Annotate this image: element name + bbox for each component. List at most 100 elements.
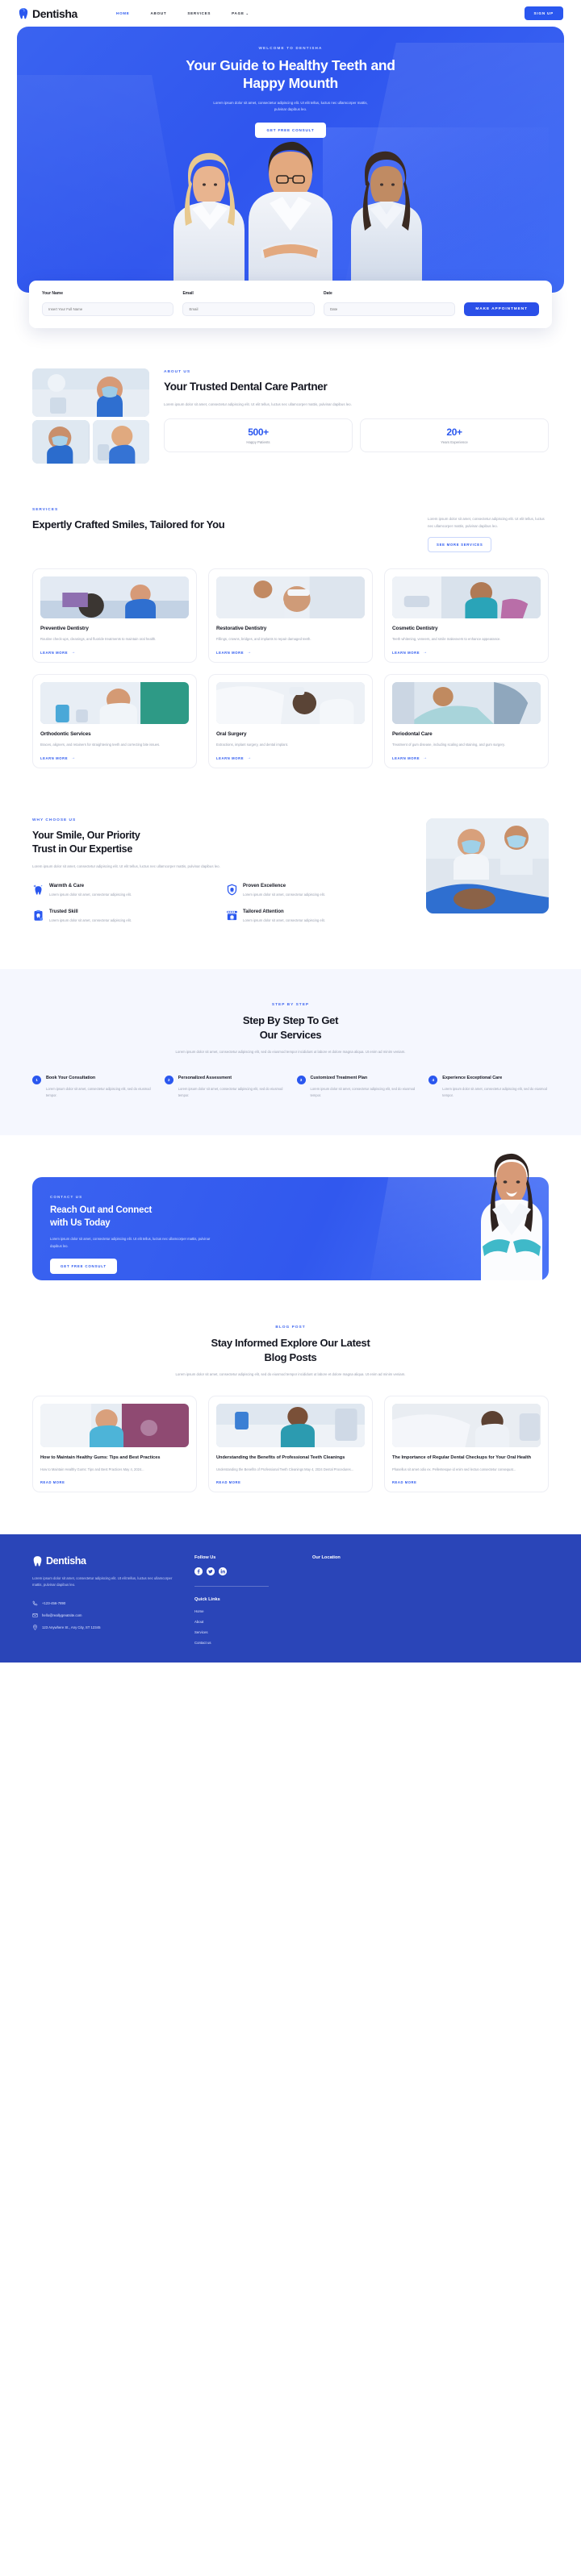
blog-image <box>392 1404 541 1448</box>
service-title: Preventive Dentistry <box>40 626 89 632</box>
feature-name: Trusted Skill <box>49 909 78 915</box>
feature-text: Lorem ipsum dolor sit amet, consectetur … <box>49 918 132 923</box>
follow-us-title: Follow Us <box>194 1554 216 1560</box>
why-photo <box>426 818 549 914</box>
hero-title-line-2: Happy Mounth <box>243 75 338 92</box>
twitter-icon[interactable] <box>207 1567 215 1575</box>
learn-more-label: Learn More <box>40 755 69 760</box>
service-card[interactable]: Cosmetic Dentistry Teeth whitening, vene… <box>384 568 549 664</box>
service-text: Fillings, crowns, bridges, and implants … <box>216 637 311 642</box>
service-image <box>40 576 189 619</box>
service-text: Treatment of gum disease, including scal… <box>392 743 505 747</box>
footer-link-home[interactable]: Home <box>194 1609 291 1613</box>
hero-cta-button[interactable]: Get Free Consult <box>254 123 327 139</box>
date-label: Date <box>323 291 332 296</box>
date-input[interactable] <box>323 302 456 316</box>
address-value: 123 Anywhere St., Any City, ST 12345 <box>42 1625 101 1629</box>
footer-link-contact[interactable]: Contact us <box>194 1641 291 1645</box>
footer-link-services[interactable]: Services <box>194 1630 291 1634</box>
learn-more-link[interactable]: Learn More → <box>40 650 189 655</box>
arrow-right-icon: → <box>247 755 252 761</box>
blog-card-grid: How to Maintain Healthy Gums: Tips and B… <box>32 1396 549 1492</box>
learn-more-link[interactable]: Learn More → <box>216 755 365 760</box>
blog-image <box>40 1404 189 1448</box>
service-card[interactable]: Periodontal Care Treatment of gum diseas… <box>384 674 549 769</box>
blog-post-excerpt: Phasellus sit amet odio ex. Pellentesque… <box>392 1467 516 1471</box>
learn-more-link[interactable]: Learn More → <box>392 650 541 655</box>
cta-button[interactable]: Get Free Consult <box>50 1258 117 1274</box>
step-number: 2 <box>164 1076 173 1085</box>
blog-card[interactable]: The Importance of Regular Dental Checkup… <box>384 1396 549 1492</box>
appointment-form: Your Name Email Date Make Appointment <box>29 281 552 328</box>
learn-more-label: Learn More <box>40 650 69 655</box>
nav-item-page[interactable]: Page ⌄ <box>232 11 249 15</box>
feature-text: Lorem ipsum dolor sit amet, consectetur … <box>243 918 325 923</box>
blog-post-title: How to Maintain Healthy Gums: Tips and B… <box>40 1455 161 1461</box>
feature-text: Lorem ipsum dolor sit amet, consectetur … <box>49 893 132 897</box>
nav-item-services[interactable]: Services <box>187 11 211 15</box>
blog-card[interactable]: Understanding the Benefits of Profession… <box>208 1396 373 1492</box>
service-card[interactable]: Restorative Dentistry Fillings, crowns, … <box>208 568 373 664</box>
services-eyebrow: SERVICES <box>32 508 59 512</box>
learn-more-link[interactable]: Learn More → <box>216 650 365 655</box>
service-card[interactable]: Orthodontic Services Braces, aligners, a… <box>32 674 197 769</box>
hero-section: WELCOME TO DENTISHA Your Guide to Health… <box>0 27 581 328</box>
phone-icon <box>32 1600 38 1606</box>
about-title: Your Trusted Dental Care Partner <box>164 381 328 393</box>
hero-title-line-1: Your Guide to Healthy Teeth and <box>186 57 395 73</box>
blog-section: BLOG POST Stay Informed Explore Our Late… <box>0 1280 581 1492</box>
read-more-link[interactable]: Read More <box>392 1480 541 1484</box>
service-card[interactable]: Preventive Dentistry Routine check-ups, … <box>32 568 197 664</box>
blog-card[interactable]: How to Maintain Healthy Gums: Tips and B… <box>32 1396 197 1492</box>
steps-title-line-2: Our Services <box>259 1028 322 1041</box>
name-input[interactable] <box>42 302 174 316</box>
facebook-icon[interactable] <box>194 1567 203 1575</box>
make-appointment-button[interactable]: Make Appointment <box>464 302 539 316</box>
service-image <box>40 682 189 725</box>
feature-item: Trusted Skill Lorem ipsum dolor sit amet… <box>32 909 216 924</box>
why-title: Your Smile, Our Priority Trust in Our Ex… <box>32 829 410 856</box>
arrow-right-icon: → <box>423 755 428 761</box>
service-text: Teeth whitening, veneers, and smile make… <box>392 637 501 642</box>
why-eyebrow: WHY CHOOSE US <box>32 818 77 823</box>
steps-list: 1 Book Your Consultation Lorem ipsum dol… <box>32 1076 549 1098</box>
name-label: Your Name <box>42 291 64 296</box>
nav-item-about[interactable]: About <box>151 11 167 15</box>
see-more-services-button[interactable]: See More Services <box>428 537 492 553</box>
steps-subtitle: Lorem ipsum dolor sit amet, consectetur … <box>175 1049 406 1054</box>
signup-button[interactable]: Sign Up <box>524 6 563 20</box>
blog-title-line-2: Blog Posts <box>264 1350 317 1363</box>
service-title: Orthodontic Services <box>40 731 91 738</box>
arrow-right-icon: → <box>247 650 252 655</box>
why-title-line-2: Trust in Our Expertise <box>32 843 132 855</box>
email-input[interactable] <box>182 302 315 316</box>
footer-link-about[interactable]: About <box>194 1620 291 1624</box>
about-eyebrow: ABOUT US <box>164 370 191 374</box>
cta-dentist-photo <box>463 1151 560 1281</box>
linkedin-icon[interactable] <box>219 1567 227 1575</box>
read-more-link[interactable]: Read More <box>40 1480 189 1484</box>
service-image <box>392 682 541 725</box>
service-image <box>392 576 541 619</box>
nav-item-home[interactable]: Home <box>116 11 130 15</box>
learn-more-link[interactable]: Learn More → <box>392 755 541 760</box>
footer-brand[interactable]: Dentisha <box>32 1555 173 1567</box>
footer-contact-email[interactable]: hello@reallygreatsite.com <box>32 1613 173 1618</box>
learn-more-label: Learn More <box>392 755 420 760</box>
blog-title-line-1: Stay Informed Explore Our Latest <box>211 1337 370 1350</box>
footer-location-column: Our Location <box>312 1555 549 1645</box>
read-more-link[interactable]: Read More <box>216 1480 365 1484</box>
step-text: Lorem ipsum dolor sit amet, consectetur … <box>178 1086 283 1097</box>
clipboard-tooth-icon <box>32 909 44 922</box>
cta-eyebrow: CONTACT US <box>50 1195 83 1200</box>
learn-more-link[interactable]: Learn More → <box>40 755 189 760</box>
about-photo-3 <box>92 420 149 464</box>
footer-contact-address[interactable]: 123 Anywhere St., Any City, ST 12345 <box>32 1625 173 1630</box>
brand-logo[interactable]: Dentisha <box>18 7 77 20</box>
tooth-icon <box>32 1555 43 1567</box>
footer-contact-phone[interactable]: +123-456-7890 <box>32 1600 173 1606</box>
service-image <box>216 682 365 725</box>
service-card[interactable]: Oral Surgery Extractions, implant surger… <box>208 674 373 769</box>
feature-name: Tailored Attention <box>243 909 284 915</box>
nav-label: Page <box>232 11 245 15</box>
